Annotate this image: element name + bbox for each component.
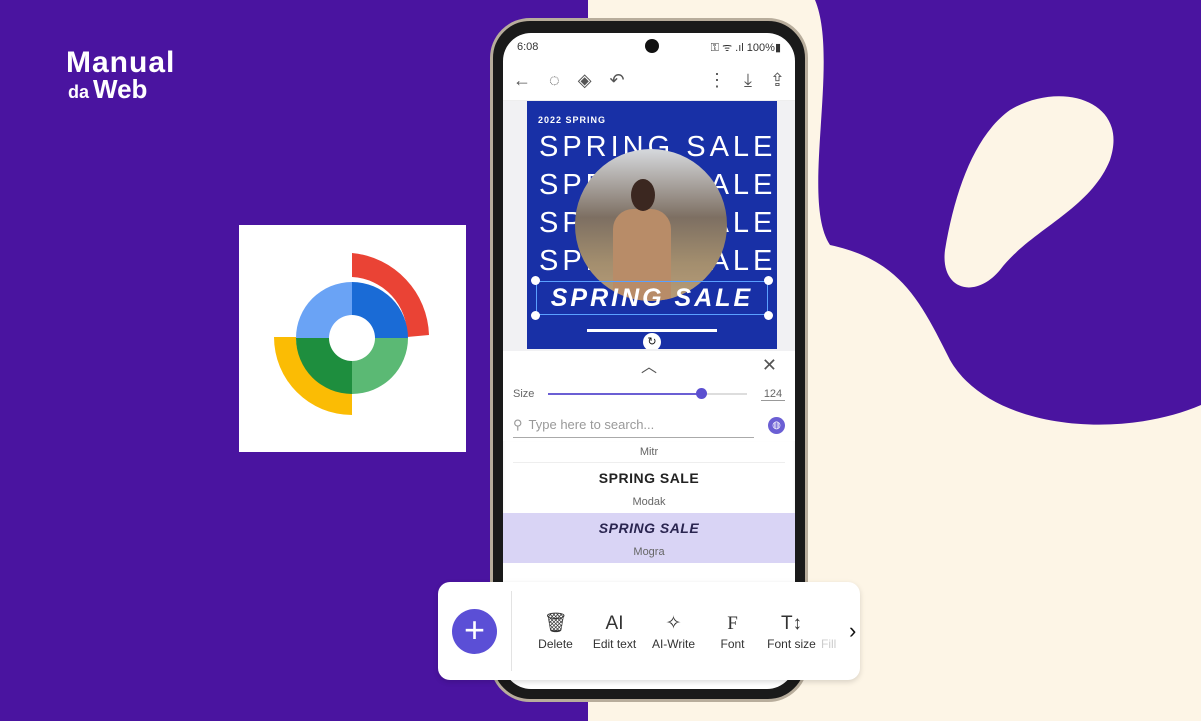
brand-da: da xyxy=(68,82,90,102)
search-placeholder: Type here to search... xyxy=(528,416,655,432)
font-item-mogra[interactable]: SPRING SALE Mogra xyxy=(503,513,795,563)
tool-label: Fill xyxy=(821,637,837,651)
tool-label: Font size xyxy=(767,637,816,651)
edit-text-icon: AI xyxy=(605,613,624,634)
trash-icon: 🗑 xyxy=(543,613,568,634)
poster-underline xyxy=(587,329,717,332)
tool-label: Font xyxy=(720,637,745,651)
brand-logo: Manual da Web xyxy=(66,46,176,105)
size-value[interactable]: 124 xyxy=(761,388,785,401)
chevron-right-icon[interactable]: › xyxy=(849,618,856,644)
poster-year: 2022 SPRING xyxy=(538,115,607,125)
font-size-button[interactable]: T↕ Font size xyxy=(762,611,821,651)
font-name-modak[interactable]: Modak xyxy=(503,491,795,513)
resize-handle[interactable] xyxy=(764,311,773,320)
app-toolbar: ← ◌ ◈ ↶ ⋮ ⤓ ⇪ xyxy=(503,61,795,101)
brand-line1: Manual xyxy=(66,46,176,79)
font-item-mitr[interactable]: Mitr xyxy=(513,441,785,463)
divider xyxy=(511,591,512,671)
tool-label: Delete xyxy=(538,637,573,651)
tool-label: Edit text xyxy=(592,637,637,651)
undo-icon[interactable]: ↶ xyxy=(610,70,625,91)
status-time: 6:08 xyxy=(517,41,539,53)
play-circle-icon[interactable]: ◌ xyxy=(549,70,560,91)
close-icon[interactable]: ✕ xyxy=(762,355,777,376)
font-name-mogra: Mogra xyxy=(633,546,665,558)
app-logo xyxy=(239,225,466,452)
design-canvas[interactable]: 2022 SPRING SPRING SALE SPRING SALE SPRI… xyxy=(503,101,795,351)
font-preview-mogra: SPRING SALE xyxy=(598,520,700,536)
ai-write-button[interactable]: ✧ AI-Write xyxy=(644,611,703,651)
rotate-icon[interactable]: ↻ xyxy=(643,333,661,349)
selected-text-element[interactable]: SPRING SALE xyxy=(536,281,768,315)
bottom-toolbar: + 🗑 Delete AI Edit text ✧ AI-Write F Font T↕… xyxy=(438,582,860,680)
delete-button[interactable]: 🗑 Delete xyxy=(526,611,585,651)
status-icons: ⚿ ᯤ .ıl xyxy=(710,41,744,54)
resize-handle[interactable] xyxy=(764,276,773,285)
poster[interactable]: 2022 SPRING SPRING SALE SPRING SALE SPRI… xyxy=(527,101,777,349)
font-search-input[interactable]: ⚲ Type here to search... xyxy=(513,413,754,438)
circle-photo[interactable] xyxy=(575,149,727,301)
back-arrow-icon[interactable]: ← xyxy=(513,70,531,91)
share-icon[interactable]: ⇪ xyxy=(770,70,785,91)
resize-handle[interactable] xyxy=(531,276,540,285)
resize-handle[interactable] xyxy=(531,311,540,320)
brand-web: Web xyxy=(93,74,148,104)
globe-icon[interactable]: ◍ xyxy=(768,416,785,434)
font-icon: F xyxy=(727,613,738,634)
size-slider[interactable] xyxy=(548,388,747,399)
search-icon: ⚲ xyxy=(513,416,523,432)
font-size-icon: T↕ xyxy=(780,613,803,634)
layers-icon[interactable]: ◈ xyxy=(578,70,592,91)
font-button[interactable]: F Font xyxy=(703,611,762,651)
font-preview-modak[interactable]: SPRING SALE xyxy=(503,463,795,491)
edit-text-button[interactable]: AI Edit text xyxy=(585,611,644,651)
tool-label: AI-Write xyxy=(651,637,696,651)
chevron-up-icon[interactable]: ︿ xyxy=(641,353,657,377)
slider-knob[interactable] xyxy=(696,388,708,399)
add-button[interactable]: + xyxy=(452,608,497,654)
camera xyxy=(645,39,659,53)
font-list: Mitr SPRING SALE Modak SPRING SALE Mogra xyxy=(503,441,795,563)
more-vert-icon[interactable]: ⋮ xyxy=(708,70,726,91)
size-row: Size 124 xyxy=(513,379,785,409)
download-icon[interactable]: ⤓ xyxy=(744,70,752,91)
battery: 100% xyxy=(746,41,775,54)
fill-button[interactable]: Fill xyxy=(821,611,839,651)
font-panel: ︿ ✕ Size 124 ⚲ Type here to search... ◍ xyxy=(503,351,795,441)
size-label: Size xyxy=(513,388,535,400)
ai-write-icon: ✧ xyxy=(665,613,682,634)
